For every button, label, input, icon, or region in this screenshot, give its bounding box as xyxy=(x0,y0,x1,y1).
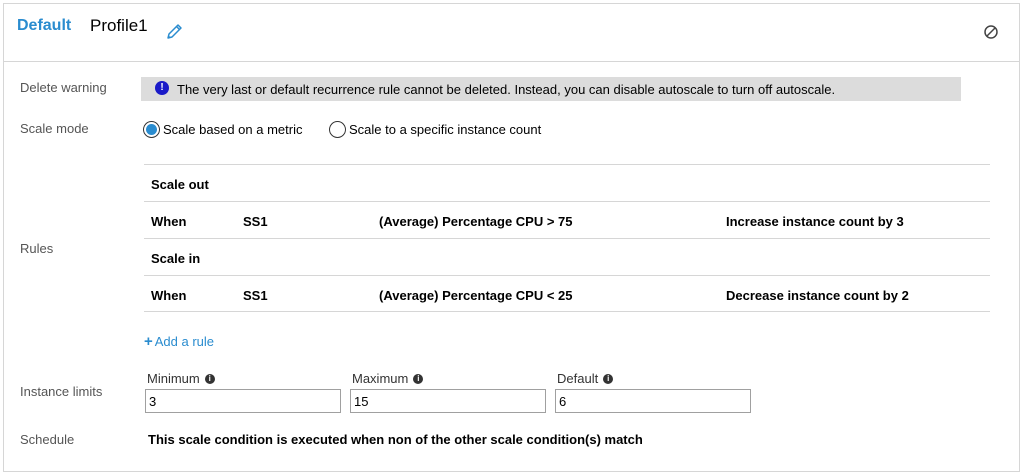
scale-out-heading-row: Scale out xyxy=(144,164,990,201)
info-icon[interactable]: i xyxy=(603,373,614,384)
maximum-input[interactable] xyxy=(350,389,546,413)
scale-in-heading-row: Scale in xyxy=(144,238,990,275)
add-rule-link[interactable]: + Add a rule xyxy=(144,333,214,350)
rules-table: Scale out When SS1 (Average) Percentage … xyxy=(144,164,990,312)
info-icon[interactable]: i xyxy=(204,373,215,384)
disable-icon[interactable] xyxy=(983,24,999,40)
default-input[interactable] xyxy=(555,389,751,413)
pencil-icon[interactable] xyxy=(164,22,184,42)
schedule-label: Schedule xyxy=(20,432,75,447)
warning-text: The very last or default recurrence rule… xyxy=(177,82,836,97)
scale-in-heading: Scale in xyxy=(151,251,201,266)
rules-label: Rules xyxy=(20,241,54,256)
delete-warning-label: Delete warning xyxy=(20,80,107,95)
schedule-text: This scale condition is executed when no… xyxy=(148,432,643,447)
minimum-input[interactable] xyxy=(145,389,341,413)
radio-circle-selected[interactable] xyxy=(143,120,160,138)
info-icon: ! xyxy=(155,81,169,95)
scale-out-rule-row[interactable]: When SS1 (Average) Percentage CPU > 75 I… xyxy=(144,201,990,238)
radio-scale-by-metric[interactable]: Scale based on a metric xyxy=(143,119,302,139)
info-icon[interactable]: i xyxy=(413,373,424,384)
scale-mode-label: Scale mode xyxy=(20,121,89,136)
scale-out-heading: Scale out xyxy=(151,177,209,192)
profile-header: Default Profile1 xyxy=(4,4,1019,62)
plus-icon: + xyxy=(144,333,153,350)
instance-limits-label: Instance limits xyxy=(20,384,103,399)
maximum-label: Maximum i xyxy=(352,371,424,386)
profile-name: Profile1 xyxy=(90,16,148,35)
minimum-label: Minimum i xyxy=(147,371,215,386)
delete-warning-banner: ! The very last or default recurrence ru… xyxy=(141,77,961,101)
default-limit-label: Default i xyxy=(557,371,614,386)
default-label: Default xyxy=(17,17,72,34)
radio-circle[interactable] xyxy=(329,120,346,138)
scale-in-rule-row[interactable]: When SS1 (Average) Percentage CPU < 25 D… xyxy=(144,275,990,312)
autoscale-profile-card: Default Profile1 Delete warning ! The ve… xyxy=(3,3,1020,472)
radio-scale-to-count[interactable]: Scale to a specific instance count xyxy=(329,119,541,139)
